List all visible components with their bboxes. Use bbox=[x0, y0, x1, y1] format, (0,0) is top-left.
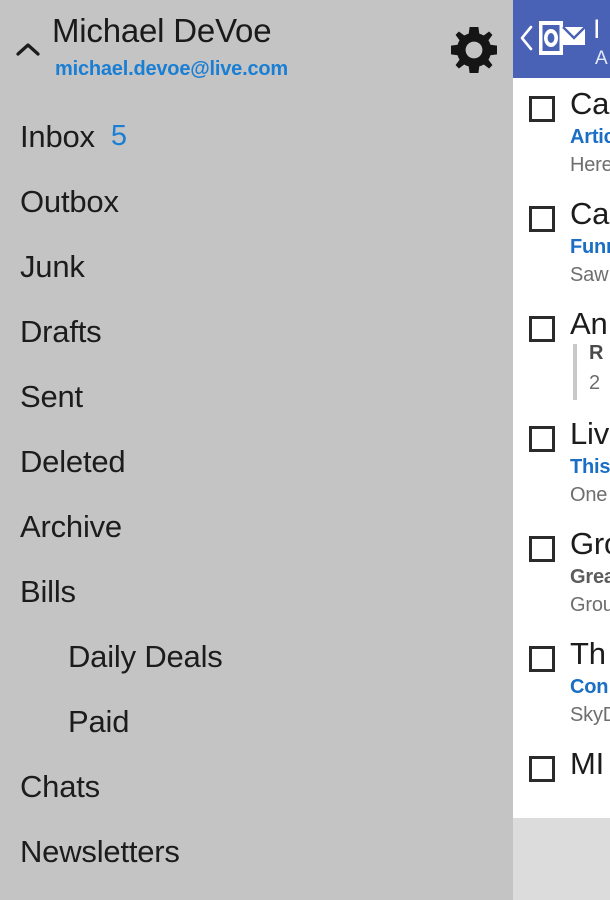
message-row[interactable]: Gro Grea Grou bbox=[513, 518, 610, 628]
outlook-logo-icon bbox=[539, 19, 585, 57]
message-row-threaded[interactable]: An R 2 bbox=[513, 298, 610, 408]
message-subject: R bbox=[589, 342, 604, 364]
message-preview: 2 bbox=[589, 372, 601, 394]
folder-item-outbox[interactable]: Outbox bbox=[0, 169, 513, 234]
message-sender: Gro bbox=[570, 526, 610, 561]
folder-label: Paid bbox=[68, 703, 130, 739]
folder-label: Archive bbox=[20, 508, 122, 544]
message-subject: This bbox=[570, 456, 610, 478]
folder-item-deleted[interactable]: Deleted bbox=[0, 429, 513, 494]
message-preview: Grou bbox=[570, 594, 610, 616]
chevron-up-icon[interactable] bbox=[14, 38, 42, 62]
message-subject: Grea bbox=[570, 566, 610, 588]
message-row[interactable]: MI bbox=[513, 738, 610, 800]
account-name: Michael DeVoe bbox=[52, 12, 272, 49]
folder-item-archive[interactable]: Archive bbox=[0, 494, 513, 559]
folder-item-sent[interactable]: Sent bbox=[0, 364, 513, 429]
message-row[interactable]: Ca Artic Here bbox=[513, 78, 610, 188]
folder-label: Chats bbox=[20, 768, 100, 804]
message-sender: MI bbox=[570, 746, 605, 781]
message-list-title: I bbox=[593, 14, 601, 44]
message-list-subtitle: A bbox=[595, 48, 608, 69]
chevron-left-icon[interactable] bbox=[517, 24, 537, 52]
message-preview: SkyD bbox=[570, 704, 610, 726]
message-subject: Con bbox=[570, 676, 609, 698]
folder-item-paid[interactable]: Paid bbox=[0, 689, 513, 754]
message-list-header: I A bbox=[513, 0, 610, 78]
message-sender: Ca bbox=[570, 86, 610, 121]
message-preview: Saw bbox=[570, 264, 609, 286]
folder-label: Newsletters bbox=[20, 833, 180, 869]
thread-indicator-bar bbox=[573, 344, 577, 400]
message-preview: Here bbox=[570, 154, 610, 176]
message-row[interactable]: Ca Funn Saw bbox=[513, 188, 610, 298]
message-sender: Th bbox=[570, 636, 606, 671]
folder-sidebar: Michael DeVoe michael.devoe@live.com Inb… bbox=[0, 0, 513, 900]
message-row[interactable]: Liv This One bbox=[513, 408, 610, 518]
folder-unread-count: 5 bbox=[110, 120, 127, 152]
message-subject: Funn bbox=[570, 236, 610, 258]
folder-item-junk[interactable]: Junk bbox=[0, 234, 513, 299]
message-sender: Ca bbox=[570, 196, 610, 231]
folder-label: Inbox bbox=[20, 118, 95, 154]
folder-item-drafts[interactable]: Drafts bbox=[0, 299, 513, 364]
account-email: michael.devoe@live.com bbox=[55, 58, 288, 80]
message-checkbox[interactable] bbox=[529, 206, 555, 232]
gear-icon[interactable] bbox=[450, 26, 498, 74]
message-checkbox[interactable] bbox=[529, 96, 555, 122]
folder-label: Deleted bbox=[20, 443, 126, 479]
account-header: Michael DeVoe michael.devoe@live.com bbox=[0, 0, 513, 96]
message-preview: One bbox=[570, 484, 608, 506]
message-checkbox[interactable] bbox=[529, 536, 555, 562]
message-checkbox[interactable] bbox=[529, 756, 555, 782]
message-list-body: Ca Artic Here Ca Funn Saw An R 2 Liv Th bbox=[513, 78, 610, 818]
folder-label: Outbox bbox=[20, 183, 119, 219]
message-subject: Artic bbox=[570, 126, 610, 148]
message-checkbox[interactable] bbox=[529, 646, 555, 672]
message-sender: Liv bbox=[570, 416, 610, 451]
folder-item-daily-deals[interactable]: Daily Deals bbox=[0, 624, 513, 689]
folder-label: Daily Deals bbox=[68, 638, 223, 674]
folder-item-chats[interactable]: Chats bbox=[0, 754, 513, 819]
message-checkbox[interactable] bbox=[529, 316, 555, 342]
folder-item-inbox[interactable]: Inbox 5 bbox=[0, 104, 513, 169]
message-row[interactable]: Th Con SkyD bbox=[513, 628, 610, 738]
folder-label: Sent bbox=[20, 378, 83, 414]
folder-list: Inbox 5 Outbox Junk Drafts Sent Deleted … bbox=[0, 104, 513, 884]
message-checkbox[interactable] bbox=[529, 426, 555, 452]
folder-item-newsletters[interactable]: Newsletters bbox=[0, 819, 513, 884]
message-list-panel: I A Ca Artic Here Ca Funn Saw An R 2 bbox=[513, 0, 610, 900]
folder-item-bills[interactable]: Bills bbox=[0, 559, 513, 624]
email-app-window: Michael DeVoe michael.devoe@live.com Inb… bbox=[0, 0, 610, 900]
message-list-footer bbox=[513, 818, 610, 900]
folder-label: Junk bbox=[20, 248, 85, 284]
folder-label: Drafts bbox=[20, 313, 102, 349]
folder-label: Bills bbox=[20, 573, 76, 609]
message-sender: An bbox=[570, 306, 608, 341]
